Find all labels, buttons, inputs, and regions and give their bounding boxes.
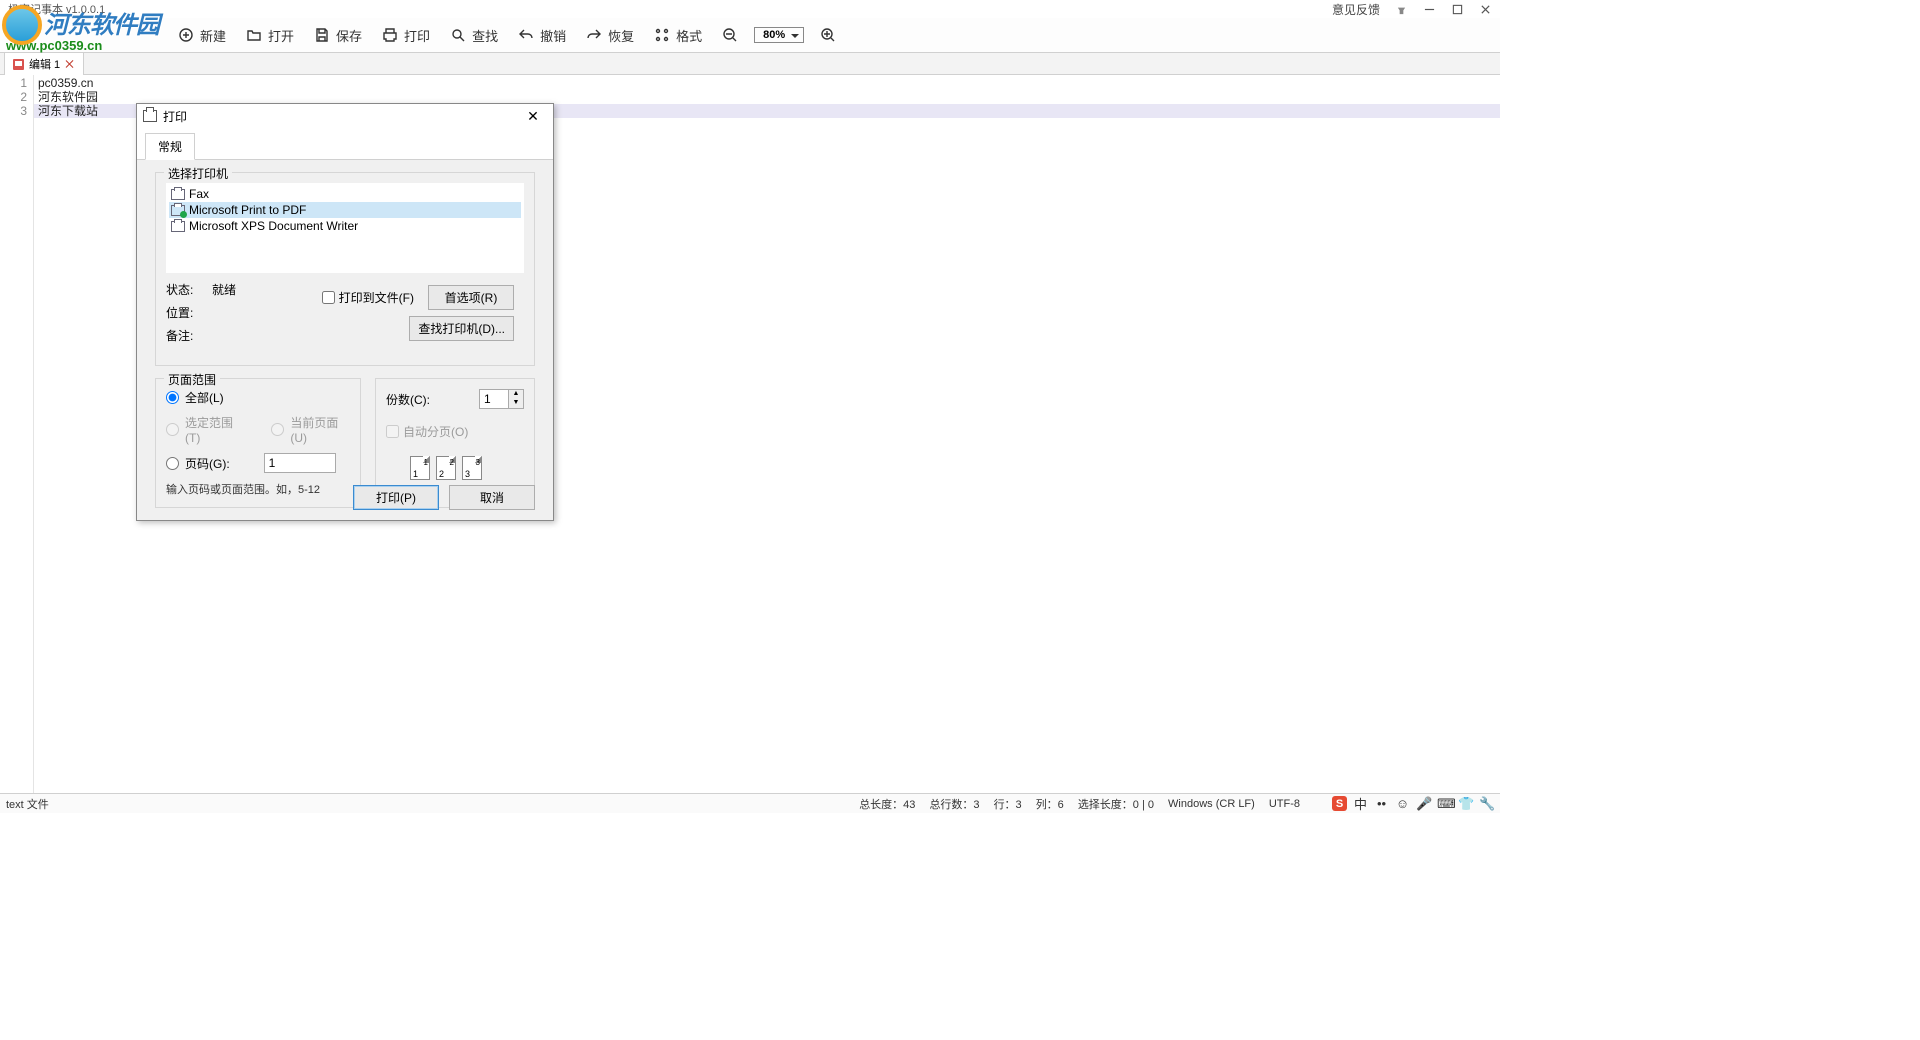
preferences-button[interactable]: 首选项(R) <box>428 285 514 310</box>
tab-bar: 编辑 1 <box>0 53 1500 75</box>
printer-icon <box>171 221 185 232</box>
find-button[interactable]: 查找 <box>442 22 506 49</box>
app-title: 极客记事本 v1.0.0.1 <box>8 1 105 17</box>
feedback-link[interactable]: 意见反馈 <box>1332 1 1380 18</box>
zoom-select[interactable]: 80% <box>754 27 804 43</box>
comment-label: 备注: <box>166 327 212 344</box>
redo-button[interactable]: 恢复 <box>578 22 642 49</box>
maximize-button[interactable] <box>1450 2 1464 16</box>
editor-line[interactable]: pc0359.cn <box>38 76 1500 90</box>
zoom-in-button[interactable] <box>812 23 844 47</box>
open-button[interactable]: 打开 <box>238 22 302 49</box>
ime-mic-icon[interactable]: 🎤 <box>1416 796 1431 812</box>
ime-punct-icon[interactable]: •• <box>1374 796 1389 811</box>
ime-keyboard-icon[interactable]: ⌨ <box>1437 796 1452 812</box>
printer-icon <box>171 205 185 216</box>
printer-icon <box>143 110 157 122</box>
tab-close-icon[interactable] <box>65 59 75 69</box>
range-selection-radio: 选定范围(T) <box>166 414 243 445</box>
status-filetype: text 文件 <box>0 796 49 812</box>
print-dialog: 打印 ✕ 常规 选择打印机 FaxMicrosoft Print to PDFM… <box>136 103 554 521</box>
status-eol: Windows (CR LF) <box>1168 798 1255 810</box>
ime-skin-icon[interactable]: 👕 <box>1458 796 1473 812</box>
printer-icon <box>171 189 185 200</box>
zoom-out-button[interactable] <box>714 23 746 47</box>
status-total-length: 总长度：43 <box>859 796 915 812</box>
range-pages-radio[interactable]: 页码(G): <box>166 453 350 473</box>
dialog-close-button[interactable]: ✕ <box>519 108 547 125</box>
range-pages-input[interactable] <box>264 453 336 473</box>
printer-item[interactable]: Microsoft Print to PDF <box>169 202 521 218</box>
print-confirm-button[interactable]: 打印(P) <box>353 485 439 510</box>
ime-emoji-icon[interactable]: ☺ <box>1395 796 1410 811</box>
collate-checkbox: 自动分页(O) <box>386 423 524 440</box>
editor-tab[interactable]: 编辑 1 <box>4 52 84 75</box>
toolbar: 新建 打开 保存 打印 查找 撤销 恢复 格式 80% <box>0 18 1500 53</box>
line-gutter: 123 <box>0 75 34 793</box>
range-all-radio[interactable]: 全部(L) <box>166 389 350 406</box>
print-button[interactable]: 打印 <box>374 22 438 49</box>
status-selection: 选择长度：0 | 0 <box>1078 796 1154 812</box>
minimize-button[interactable] <box>1422 2 1436 16</box>
find-printer-button[interactable]: 查找打印机(D)... <box>409 316 514 341</box>
range-current-radio: 当前页面(U) <box>271 414 350 445</box>
save-button[interactable]: 保存 <box>306 22 370 49</box>
spin-up-icon[interactable]: ▲ <box>509 390 523 399</box>
editor-line[interactable]: 河东软件园 <box>38 90 1500 104</box>
printer-list[interactable]: FaxMicrosoft Print to PDFMicrosoft XPS D… <box>166 183 524 273</box>
cancel-button[interactable]: 取消 <box>449 485 535 510</box>
new-button[interactable]: 新建 <box>170 22 234 49</box>
ime-tray: S 中 •• ☺ 🎤 ⌨ 👕 🔧 <box>1332 794 1494 813</box>
ime-settings-icon[interactable]: 🔧 <box>1479 796 1494 812</box>
copies-input[interactable] <box>479 389 509 409</box>
status-label: 状态: <box>166 281 212 298</box>
status-col: 列：6 <box>1036 796 1064 812</box>
status-row: 行：3 <box>994 796 1022 812</box>
ime-logo-icon[interactable]: S <box>1332 796 1347 811</box>
pin-icon[interactable] <box>1394 2 1408 16</box>
printer-item[interactable]: Microsoft XPS Document Writer <box>169 218 521 234</box>
format-button[interactable]: 格式 <box>646 22 710 49</box>
spin-down-icon[interactable]: ▼ <box>509 399 523 408</box>
status-bar: text 文件 总长度：43 总行数：3 行：3 列：6 选择长度：0 | 0 … <box>0 793 1500 813</box>
copies-label: 份数(C): <box>386 391 430 408</box>
tab-label: 编辑 1 <box>29 56 60 72</box>
copies-spinner[interactable]: ▲▼ <box>479 389 524 409</box>
printer-item[interactable]: Fax <box>169 186 521 202</box>
select-printer-legend: 选择打印机 <box>164 165 232 182</box>
close-button[interactable] <box>1478 2 1492 16</box>
undo-button[interactable]: 撤销 <box>510 22 574 49</box>
save-icon <box>13 59 24 70</box>
location-label: 位置: <box>166 304 212 321</box>
status-total-lines: 总行数：3 <box>929 796 979 812</box>
print-to-file-checkbox[interactable]: 打印到文件(F) <box>322 289 414 306</box>
dialog-title: 打印 <box>163 108 187 125</box>
tab-general[interactable]: 常规 <box>145 133 195 160</box>
status-encoding: UTF-8 <box>1269 798 1300 810</box>
ime-lang-icon[interactable]: 中 <box>1353 794 1368 813</box>
